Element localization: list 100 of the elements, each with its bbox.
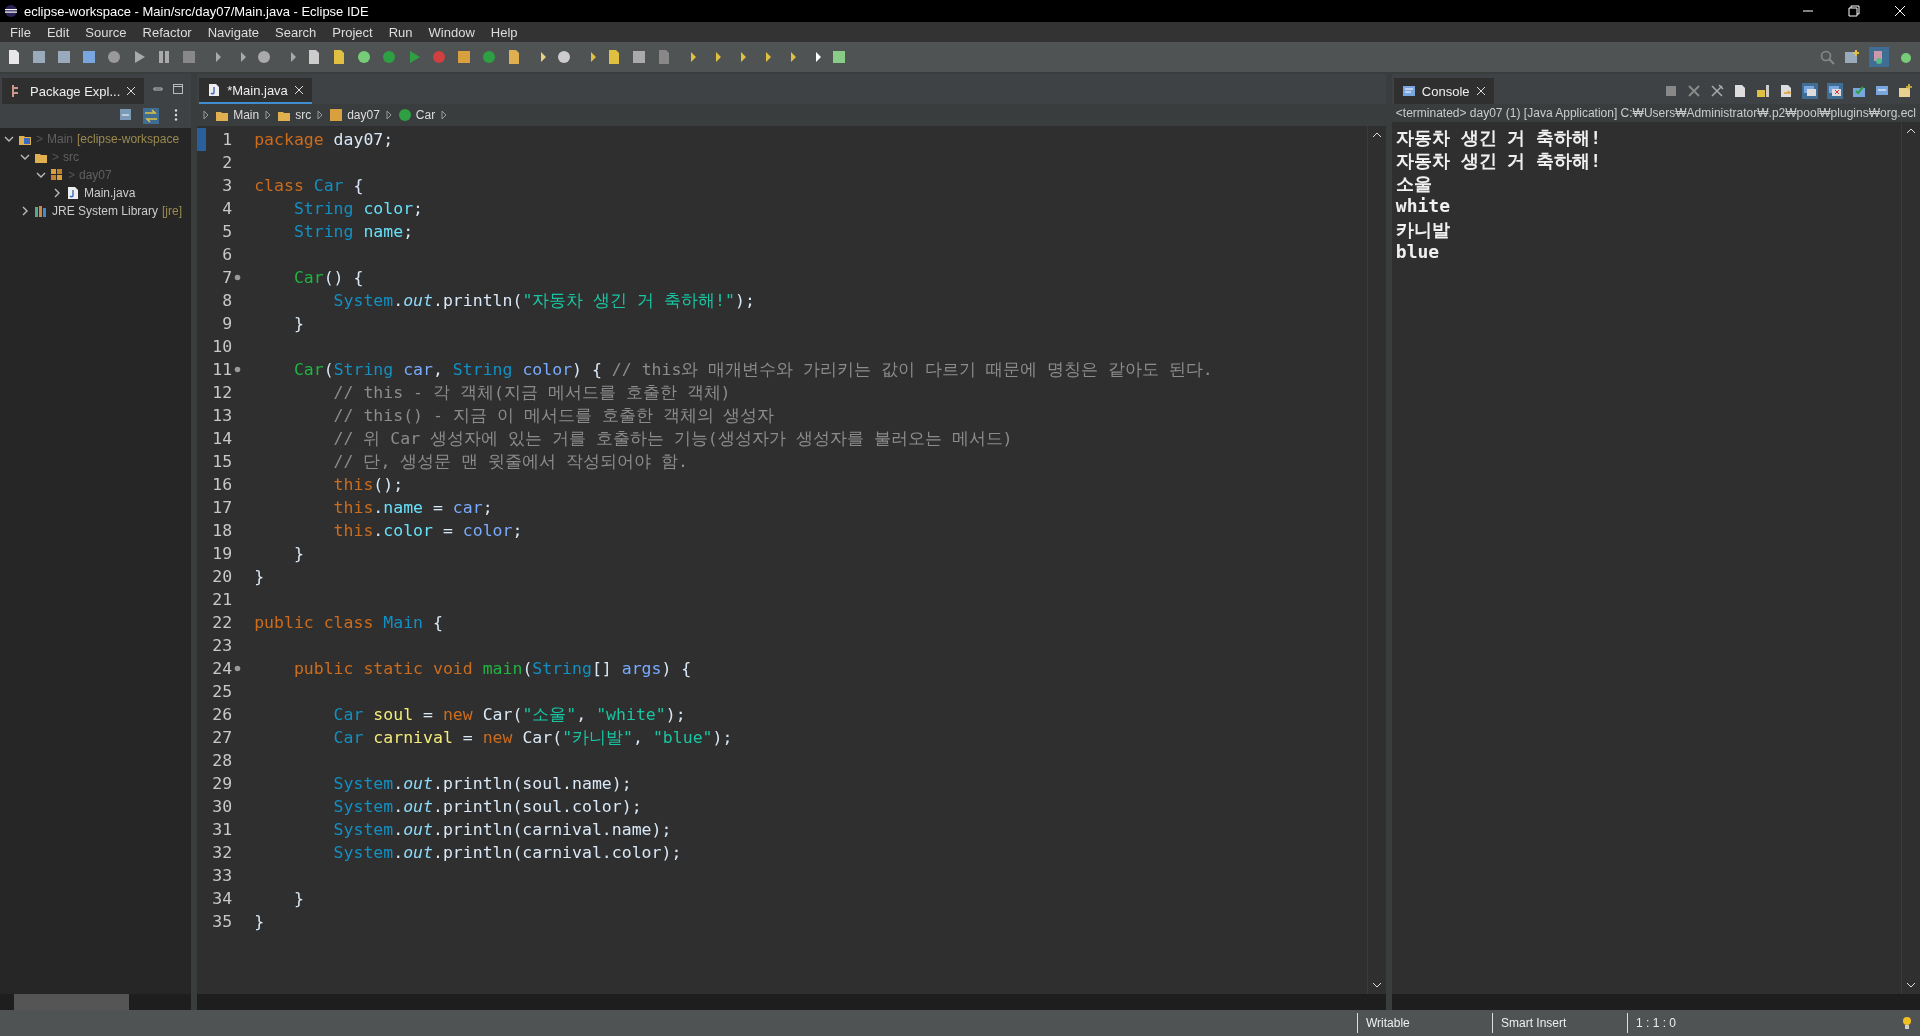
line-number: 5	[221, 222, 233, 241]
chevron-right-icon[interactable]	[52, 188, 62, 198]
line-number: 2	[221, 153, 233, 172]
scroll-down-icon[interactable]	[1371, 982, 1382, 988]
status-field: 1 : 1 : 0	[1627, 1013, 1762, 1033]
new-console-icon[interactable]	[1898, 84, 1912, 98]
menu-item[interactable]: Run	[380, 24, 421, 40]
scroll-up-icon[interactable]	[1906, 128, 1916, 134]
horizontal-scrollbar[interactable]	[197, 994, 1386, 1010]
code-line: System.out.println(soul.color);	[332, 797, 642, 816]
menu-item[interactable]: Project	[324, 24, 381, 40]
code-line: }	[292, 889, 304, 908]
console-tab[interactable]: Console	[1393, 78, 1494, 104]
breadcrumb-arrow-icon[interactable]	[385, 110, 392, 120]
code-line: // this() - 지금 이 메서드를 호출한 객체의 생성자	[332, 404, 775, 427]
breadcrumb-item[interactable]: Car	[397, 108, 436, 122]
line-number: 11	[211, 360, 233, 379]
pause-icon[interactable]	[156, 49, 172, 65]
editor-tab[interactable]: *Main.java	[199, 78, 312, 104]
code-line: public static void main(String[] args) {	[292, 659, 692, 678]
line-number: 15	[211, 452, 233, 471]
line-number: 32	[211, 843, 233, 862]
scroll-lock-icon[interactable]	[1756, 84, 1770, 98]
package-explorer-tab[interactable]: Package Expl...	[2, 78, 145, 104]
save-icon[interactable]	[31, 49, 47, 65]
stop-icon[interactable]	[181, 49, 197, 65]
line-number: 22	[211, 613, 233, 632]
horizontal-scrollbar[interactable]	[1391, 994, 1920, 1010]
line-number: 29	[211, 774, 233, 793]
breadcrumb-item[interactable]: Main	[215, 108, 260, 122]
line-number: 26	[211, 705, 233, 724]
link-arrows-icon[interactable]	[143, 108, 160, 124]
console-output-line: 자동차 생긴 거 축하해!	[1395, 126, 1603, 149]
line-number: 23	[211, 636, 233, 655]
menu-item[interactable]: Source	[77, 24, 135, 40]
menu-item[interactable]: Navigate	[199, 24, 267, 40]
menu-item[interactable]: Window	[420, 24, 483, 40]
code-line: String name;	[292, 222, 414, 241]
breadcrumb-arrow-icon[interactable]	[441, 110, 448, 120]
breadcrumb-item[interactable]: src	[277, 108, 312, 122]
menu-item[interactable]: Help	[482, 24, 526, 40]
tree-item[interactable]: JRE System Library	[52, 204, 159, 218]
code-line: package day07;	[254, 130, 394, 149]
code-line: this.color = color;	[332, 521, 523, 540]
scroll-up-icon[interactable]	[1371, 132, 1382, 138]
menu-item[interactable]: File	[2, 24, 39, 40]
fold-icon[interactable]	[234, 665, 242, 672]
code-line: // this - 각 객체(지금 메서드를 호출한 객체)	[332, 381, 731, 404]
code-line: }	[254, 567, 265, 586]
line-number: 12	[211, 383, 233, 402]
window-title: eclipse-workspace - Main/src/day07/Main.java - Eclipse IDE	[24, 3, 370, 19]
code-line: }	[292, 544, 304, 563]
fold-icon[interactable]	[234, 366, 242, 373]
breadcrumb-arrow-icon[interactable]	[203, 110, 210, 120]
line-number: 10	[211, 337, 233, 356]
console-output-line: 카니발	[1395, 218, 1451, 241]
stop-icon[interactable]	[1664, 84, 1678, 98]
line-number: 28	[211, 751, 233, 770]
collapse-all-icon[interactable]	[119, 108, 134, 122]
new-file-icon[interactable]	[6, 49, 22, 65]
line-number: 21	[211, 590, 233, 609]
line-number: 9	[221, 314, 233, 333]
console-output-line: 소울	[1395, 172, 1433, 195]
breadcrumb-arrow-icon[interactable]	[265, 110, 272, 120]
breadcrumb-arrow-icon[interactable]	[317, 110, 324, 120]
error-message-icon[interactable]	[1827, 83, 1843, 99]
maximize-icon[interactable]	[172, 83, 185, 95]
line-number: 25	[211, 682, 233, 701]
line-number: 31	[211, 820, 233, 839]
code-line: this();	[332, 475, 404, 494]
display-console-icon[interactable]	[1875, 84, 1889, 98]
word-wrap-icon[interactable]	[1779, 84, 1793, 98]
breadcrumb-item[interactable]: day07	[329, 108, 380, 122]
tree-item[interactable]: Main.java	[84, 186, 136, 200]
code-line: System.out.println(soul.name);	[332, 774, 632, 793]
scroll-down-icon[interactable]	[1906, 982, 1916, 988]
eclipse-logo-icon	[4, 4, 18, 18]
perspective-icon[interactable]	[1844, 49, 1860, 65]
chevron-down-icon[interactable]	[36, 170, 46, 180]
remove-all-icon[interactable]	[1710, 84, 1724, 98]
pin-console-icon[interactable]	[1852, 84, 1866, 98]
save-all-icon[interactable]	[56, 49, 72, 65]
menu-item[interactable]: Search	[267, 24, 325, 40]
menu-item[interactable]: Refactor	[134, 24, 200, 40]
chevron-right-icon[interactable]	[20, 206, 30, 216]
status-field: Writable	[1357, 1013, 1492, 1033]
menu-item[interactable]: Edit	[38, 24, 78, 40]
line-number: 16	[211, 475, 233, 494]
chevron-down-icon[interactable]	[20, 152, 30, 162]
lightbulb-icon[interactable]	[1902, 1016, 1912, 1030]
line-number: 6	[221, 245, 233, 264]
line-number: 30	[211, 797, 233, 816]
console-output-line: white	[1395, 195, 1451, 218]
fold-icon[interactable]	[234, 274, 242, 281]
chevron-down-icon[interactable]	[4, 134, 14, 144]
restore-icon[interactable]	[1848, 5, 1860, 17]
horizontal-scrollbar[interactable]	[0, 994, 192, 1010]
message-icon[interactable]	[1802, 83, 1818, 99]
code-line: Car carnival = new Car("카니발", "blue");	[332, 726, 733, 749]
clear-console-icon[interactable]	[1733, 84, 1747, 98]
